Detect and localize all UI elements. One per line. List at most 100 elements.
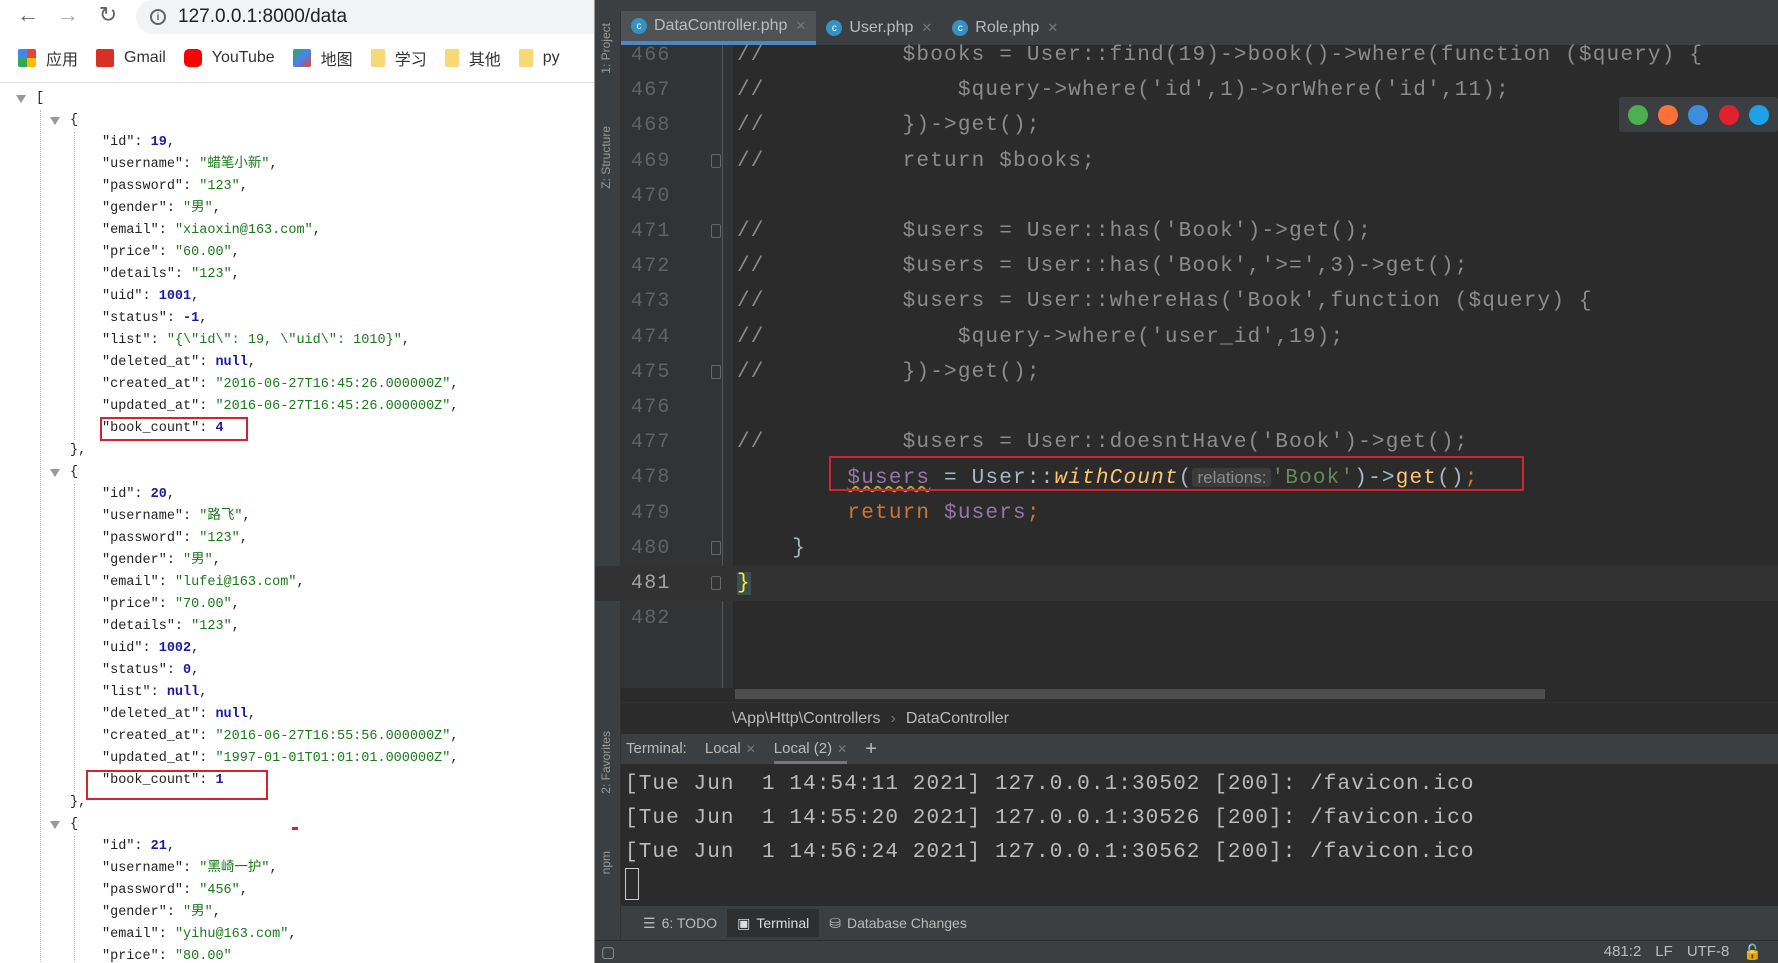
tool-window-6-todo[interactable]: ☰ 6: TODO — [633, 909, 727, 937]
close-icon[interactable]: ✕ — [746, 742, 756, 756]
status-bar: ▢ 481:2 LF UTF-8 🔓 — [595, 940, 1778, 963]
info-icon[interactable]: i — [150, 9, 166, 25]
terminal-cursor — [625, 868, 639, 900]
json-punct: " — [183, 201, 192, 216]
npm-tool-button[interactable]: npm — [599, 851, 613, 874]
json-punct: " — [102, 245, 111, 260]
json-number-value: 19 — [150, 135, 167, 150]
caret-position[interactable]: 481:2 — [1604, 943, 1642, 961]
code-token: // return $books; — [737, 149, 1096, 173]
json-number-value: 1001 — [158, 289, 192, 304]
bookmark-label: 其他 — [468, 52, 501, 69]
fold-marker-icon[interactable] — [711, 576, 721, 590]
json-string-value: 60.00 — [183, 245, 224, 260]
line-separator[interactable]: LF — [1655, 943, 1673, 961]
breadcrumb-class[interactable]: DataController — [906, 710, 1009, 727]
add-terminal-button[interactable]: + — [865, 734, 877, 764]
close-icon[interactable]: ✕ — [837, 742, 847, 756]
json-punct: ": — [191, 399, 216, 414]
panel-toggle-icon[interactable]: ▢ — [601, 943, 615, 961]
breadcrumb-namespace[interactable]: \App\Http\Controllers — [732, 710, 881, 727]
youtube-icon — [183, 49, 202, 67]
favorites-tool-button[interactable]: 2: Favorites — [599, 731, 613, 794]
back-arrow-icon[interactable]: ← — [14, 2, 42, 28]
lock-icon[interactable]: 🔓 — [1743, 943, 1762, 961]
bookmark-2[interactable]: YouTube — [183, 49, 275, 67]
json-field-gender: "gender": "男", — [102, 550, 221, 572]
json-string-value: 1997-01-01T01:01:01.000000Z — [223, 751, 443, 766]
json-key: password — [110, 883, 175, 898]
breadcrumb: \App\Http\Controllers › DataController — [621, 702, 1778, 734]
close-icon[interactable]: ✕ — [795, 18, 806, 34]
terminal-output[interactable]: [Tue Jun 1 14:54:11 2021] 127.0.0.1:3050… — [621, 764, 1778, 906]
json-key: updated_at — [110, 399, 192, 414]
indent-guide — [74, 836, 75, 963]
fold-marker-icon[interactable] — [711, 224, 721, 238]
code-text: } — [737, 566, 751, 601]
json-key: details — [110, 267, 167, 282]
json-punct: " — [231, 883, 240, 898]
json-punct: " — [102, 707, 111, 722]
json-punct: " — [102, 509, 111, 524]
fold-marker-icon[interactable] — [711, 364, 721, 379]
code-token: } — [737, 572, 751, 595]
close-icon[interactable]: ✕ — [1047, 20, 1058, 36]
json-punct: , — [239, 883, 248, 898]
json-punct: ": — [174, 509, 200, 524]
json-line: [ — [36, 88, 44, 110]
bookmark-5[interactable]: 其他 — [444, 46, 501, 70]
code-token: return — [737, 501, 945, 525]
terminal-tab-0[interactable]: Local ✕ — [705, 734, 756, 764]
json-key: status — [110, 311, 159, 326]
forward-arrow-icon[interactable]: → — [54, 2, 82, 28]
bookmark-4[interactable]: 学习 — [370, 46, 427, 70]
collapse-triangle-icon[interactable] — [50, 117, 60, 125]
chrome-icon[interactable] — [1628, 104, 1649, 125]
json-punct: " — [102, 663, 111, 678]
json-string-value: 123 — [207, 531, 232, 546]
firefox-icon[interactable] — [1658, 104, 1679, 125]
code-line: 480 } — [595, 531, 1778, 566]
collapse-triangle-icon[interactable] — [50, 821, 60, 829]
fold-marker-icon[interactable] — [711, 153, 721, 168]
opera-icon[interactable] — [1718, 104, 1739, 125]
line-number: 476 — [631, 396, 671, 419]
code-token: // })->get(); — [737, 360, 1041, 384]
bookmark-0[interactable]: 应用 — [18, 46, 78, 70]
json-field-price: "price": "60.00", — [102, 242, 240, 264]
reload-icon[interactable]: ↻ — [94, 2, 122, 28]
collapse-triangle-icon[interactable] — [16, 95, 26, 103]
bookmark-6[interactable]: py — [518, 49, 560, 67]
json-key: details — [110, 619, 167, 634]
address-bar[interactable]: i 127.0.0.1:8000/data — [136, 0, 594, 34]
safari-icon[interactable] — [1688, 104, 1709, 125]
json-punct: ": — [134, 641, 159, 656]
horizontal-scrollbar[interactable] — [735, 689, 1545, 699]
maps-icon — [292, 49, 311, 67]
file-encoding[interactable]: UTF-8 — [1687, 943, 1730, 961]
ie-icon[interactable] — [1748, 104, 1769, 125]
tool-window-terminal[interactable]: ▣ Terminal — [727, 909, 820, 937]
collapse-triangle-icon[interactable] — [50, 469, 60, 477]
php-class-icon: c — [631, 18, 647, 34]
fold-marker-icon[interactable] — [711, 540, 721, 555]
bookmark-1[interactable]: Gmail — [96, 49, 166, 67]
json-punct: " — [102, 597, 111, 612]
json-punct: , — [312, 223, 321, 238]
code-line: 476 — [595, 390, 1778, 425]
close-icon[interactable]: ✕ — [921, 20, 932, 36]
code-text: // $users = User::has('Book')->get(); — [737, 214, 1372, 249]
tool-window-database-changes[interactable]: ⛁ Database Changes — [819, 909, 977, 937]
json-punct: " — [102, 333, 111, 348]
json-number-value: 1002 — [158, 641, 192, 656]
code-token: // })->get(); — [737, 114, 1041, 138]
bookmark-3[interactable]: 地图 — [292, 46, 353, 70]
json-string-value: 123 — [199, 267, 224, 282]
json-key: id — [110, 487, 127, 502]
terminal-tab-1[interactable]: Local (2) ✕ — [773, 734, 848, 764]
json-key: id — [110, 839, 127, 854]
line-number: 481 — [631, 572, 671, 595]
json-punct: " — [102, 839, 111, 854]
list-icon: ☰ — [643, 914, 656, 931]
indent-guide — [74, 484, 75, 792]
